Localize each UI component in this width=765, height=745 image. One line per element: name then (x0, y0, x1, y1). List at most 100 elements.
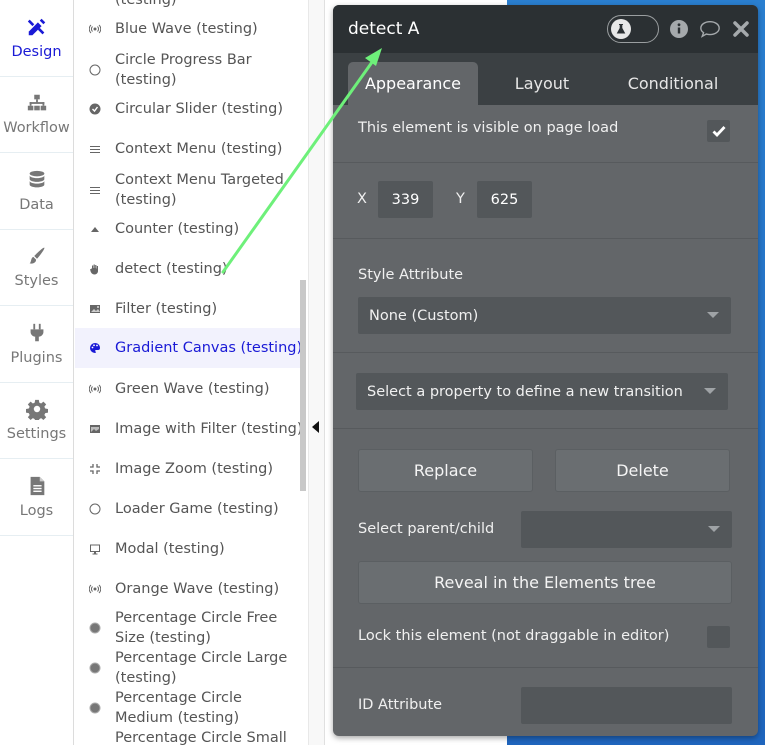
checkmark-icon (712, 126, 726, 137)
broadcast-icon (75, 583, 115, 595)
y-label: Y (456, 191, 465, 207)
nav-workflow-label: Workflow (3, 120, 70, 137)
parent-child-label: Select parent/child (358, 521, 495, 537)
panel-divider (308, 0, 325, 745)
nav-data-label: Data (19, 196, 54, 213)
nav-design[interactable]: Design (0, 0, 73, 77)
style-attribute-label: Style Attribute (358, 267, 464, 283)
triangle-up-icon (75, 223, 115, 235)
filled-circle-icon (75, 622, 115, 634)
visible-on-load-label: This element is visible on page load (358, 120, 619, 136)
broadcast-icon (75, 383, 115, 395)
style-attribute-value: None (Custom) (369, 307, 479, 324)
nav-plugins[interactable]: Plugins (0, 306, 73, 383)
lock-section: Lock this element (not draggable in edit… (333, 610, 758, 668)
nav-logs[interactable]: Logs (0, 459, 73, 536)
tab-conditional[interactable]: Conditional (608, 62, 738, 105)
x-input[interactable]: 339 (378, 181, 433, 218)
nav-styles-label: Styles (14, 273, 59, 290)
tab-appearance[interactable]: Appearance (348, 62, 478, 105)
nav-workflow[interactable]: Workflow (0, 77, 73, 153)
workflow-sitemap-icon (27, 95, 46, 111)
chevron-down-icon (707, 312, 719, 318)
gear-icon (25, 400, 48, 421)
parent-child-dropdown[interactable] (521, 511, 732, 548)
image-icon (75, 303, 115, 315)
check-circle-icon (75, 103, 115, 115)
element-item[interactable]: Percentage Circle Medium (testing) (75, 688, 303, 728)
element-item[interactable]: Context Menu Targeted (testing) (75, 170, 303, 210)
visibility-section: This element is visible on page load (333, 105, 758, 163)
images-icon (75, 423, 115, 435)
element-item[interactable]: Loader Game (testing) (75, 498, 303, 520)
left-nav: Design Workflow Data Styles Plugins Sett… (0, 0, 74, 745)
element-item[interactable]: Counter (testing) (75, 218, 303, 240)
collapse-arrow-icon[interactable] (312, 421, 319, 433)
element-item[interactable]: Image Zoom (testing) (75, 458, 303, 480)
plug-icon (30, 323, 43, 341)
element-list-scrollbar[interactable] (300, 280, 306, 491)
style-attribute-dropdown[interactable]: None (Custom) (358, 297, 731, 334)
replace-button[interactable]: Replace (358, 449, 533, 492)
visible-on-load-checkbox[interactable] (707, 120, 730, 142)
element-item[interactable]: Green Wave (testing) (75, 378, 303, 400)
element-item[interactable]: Percentage Circle Small (75, 728, 303, 745)
panel-tabs: Appearance Layout Conditional (333, 53, 758, 105)
chevron-down-icon (708, 526, 720, 532)
monitor-icon (75, 543, 115, 555)
broadcast-icon (75, 23, 115, 35)
x-label: X (357, 191, 367, 207)
id-attribute-input[interactable] (521, 687, 732, 724)
element-list: (testing) Blue Wave (testing) Circle Pro… (75, 0, 303, 745)
lock-element-checkbox[interactable] (707, 626, 730, 648)
comment-icon[interactable] (699, 18, 721, 40)
chevron-down-icon (704, 388, 716, 394)
element-item-selected[interactable]: Gradient Canvas (testing) (75, 328, 303, 368)
element-item[interactable]: Percentage Circle Free Size (testing) (75, 608, 303, 648)
circle-outline-icon (75, 503, 115, 515)
editor-root: Design Workflow Data Styles Plugins Sett… (0, 0, 765, 745)
flask-icon (611, 19, 631, 39)
nav-design-label: Design (11, 43, 62, 60)
nav-plugins-label: Plugins (10, 349, 63, 366)
hamburger-icon (75, 184, 115, 196)
reveal-in-elements-tree-button[interactable]: Reveal in the Elements tree (358, 561, 732, 604)
palette-icon (75, 342, 115, 354)
nav-settings[interactable]: Settings (0, 383, 73, 459)
y-input[interactable]: 625 (477, 181, 532, 218)
panel-title[interactable]: detect A (348, 19, 419, 39)
test-mode-toggle[interactable] (607, 15, 659, 43)
close-icon[interactable] (730, 18, 752, 40)
element-item[interactable]: Modal (testing) (75, 538, 303, 560)
element-item[interactable]: Context Menu (testing) (75, 138, 303, 160)
tab-layout[interactable]: Layout (483, 62, 601, 105)
element-item[interactable]: Circular Slider (testing) (75, 98, 303, 120)
nav-settings-label: Settings (6, 426, 67, 443)
nav-data[interactable]: Data (0, 153, 73, 230)
transition-section: Select a property to define a new transi… (333, 353, 758, 429)
hamburger-icon (75, 143, 115, 155)
element-item[interactable]: Image with Filter (testing) (75, 418, 303, 440)
style-section: Style Attribute None (Custom) (333, 239, 758, 353)
property-editor-panel: detect A Appearance Layout Conditional T… (333, 5, 758, 736)
filled-circle-icon (75, 702, 115, 714)
filled-circle-icon (75, 662, 115, 674)
element-item[interactable]: Percentage Circle Large (testing) (75, 648, 303, 688)
design-tools-icon (27, 18, 45, 35)
element-item[interactable]: detect (testing) (75, 258, 303, 280)
element-item[interactable]: (testing) (75, 0, 303, 10)
transition-placeholder: Select a property to define a new transi… (367, 383, 683, 400)
element-item[interactable]: Blue Wave (testing) (75, 18, 303, 40)
transition-property-dropdown[interactable]: Select a property to define a new transi… (356, 373, 728, 410)
nav-logs-label: Logs (19, 502, 54, 519)
element-item[interactable]: Filter (testing) (75, 298, 303, 320)
info-icon[interactable] (668, 18, 690, 40)
nav-styles[interactable]: Styles (0, 230, 73, 306)
delete-button[interactable]: Delete (555, 449, 730, 492)
element-item[interactable]: Circle Progress Bar (testing) (75, 50, 303, 90)
database-icon (29, 170, 44, 188)
hand-icon (75, 263, 115, 275)
position-section: X 339 Y 625 (333, 163, 758, 239)
paintbrush-icon (29, 247, 44, 264)
element-item[interactable]: Orange Wave (testing) (75, 578, 303, 600)
